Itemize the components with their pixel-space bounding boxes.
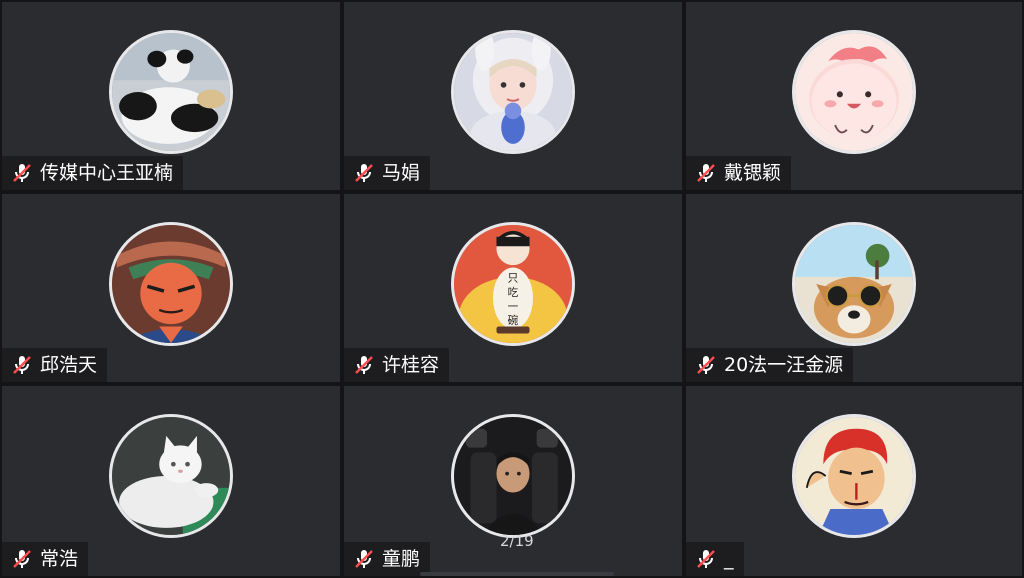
participant-name: 许桂容 [382,354,440,376]
mic-muted-icon [10,161,34,185]
mic-muted-icon [352,353,376,377]
avatar [792,414,916,538]
participant-tile[interactable]: 戴锶颖 [684,0,1024,192]
girl-bunny-hood-avatar-image [454,33,572,151]
avatar [109,222,233,346]
participant-grid: 传媒中心王亚楠 马娟 戴锶颖 邱浩天 只 吃 一 碗 许桂容 20法一汪金源 常… [0,0,1024,578]
page-scroll-indicator[interactable] [420,572,614,576]
avatar-caption-2: 吃 [508,286,519,299]
mic-muted-icon [10,547,34,571]
avatar: 只 吃 一 碗 [451,222,575,346]
participant-tile[interactable]: _ [684,384,1024,578]
participant-tile[interactable]: 邱浩天 [0,192,342,384]
participant-name-bar: 常浩 [2,542,89,576]
avatar-caption-1: 只 [508,272,519,285]
participant-name: 马娟 [382,162,421,184]
participant-name: 戴锶颖 [724,162,782,184]
avatar [451,30,575,154]
avatar-caption-3: 一 [508,300,519,313]
page-indicator: 2/19 [500,532,534,550]
mic-muted-icon [10,353,34,377]
avatar [451,414,575,538]
participant-name-bar: 20法一汪金源 [686,348,854,382]
participant-tile[interactable]: 传媒中心王亚楠 [0,0,342,192]
participant-name-bar: 邱浩天 [2,348,108,382]
avatar-caption-4: 碗 [508,314,519,327]
boy-in-car-avatar-image [454,417,572,535]
participant-name: 常浩 [40,548,79,570]
participant-name-bar: 马娟 [344,156,431,190]
participant-tile[interactable]: 马娟 [342,0,684,192]
mic-muted-icon [352,547,376,571]
avatar [792,222,916,346]
participant-name: 童鹏 [382,548,421,570]
dog-sunglasses-avatar-image [795,225,913,343]
participant-name-bar: 童鹏 [344,542,431,576]
participant-tile[interactable]: 20法一汪金源 [684,192,1024,384]
avatar [109,30,233,154]
white-cat-avatar-image [112,417,230,535]
avatar [109,414,233,538]
participant-name: 20法一汪金源 [724,354,844,376]
participant-name-bar: _ [686,542,744,576]
mic-muted-icon [694,161,718,185]
mic-muted-icon [694,353,718,377]
participant-name: 邱浩天 [40,354,98,376]
mic-muted-icon [694,547,718,571]
participant-name: 传媒中心王亚楠 [40,162,174,184]
participant-name-bar: 戴锶颖 [686,156,792,190]
participant-name-bar: 传媒中心王亚楠 [2,156,184,190]
panda-avatar-image [112,33,230,151]
avatar [792,30,916,154]
anime-character-avatar-image [112,225,230,343]
mic-muted-icon [352,161,376,185]
red-hair-comic-avatar-image [795,417,913,535]
rice-bowl-cartoon-avatar-image: 只 吃 一 碗 [454,225,572,343]
participant-tile[interactable]: 只 吃 一 碗 许桂容 [342,192,684,384]
pink-cartoon-avatar-image [795,33,913,151]
participant-name: _ [724,548,734,570]
participant-name-bar: 许桂容 [344,348,450,382]
participant-tile[interactable]: 常浩 [0,384,342,578]
